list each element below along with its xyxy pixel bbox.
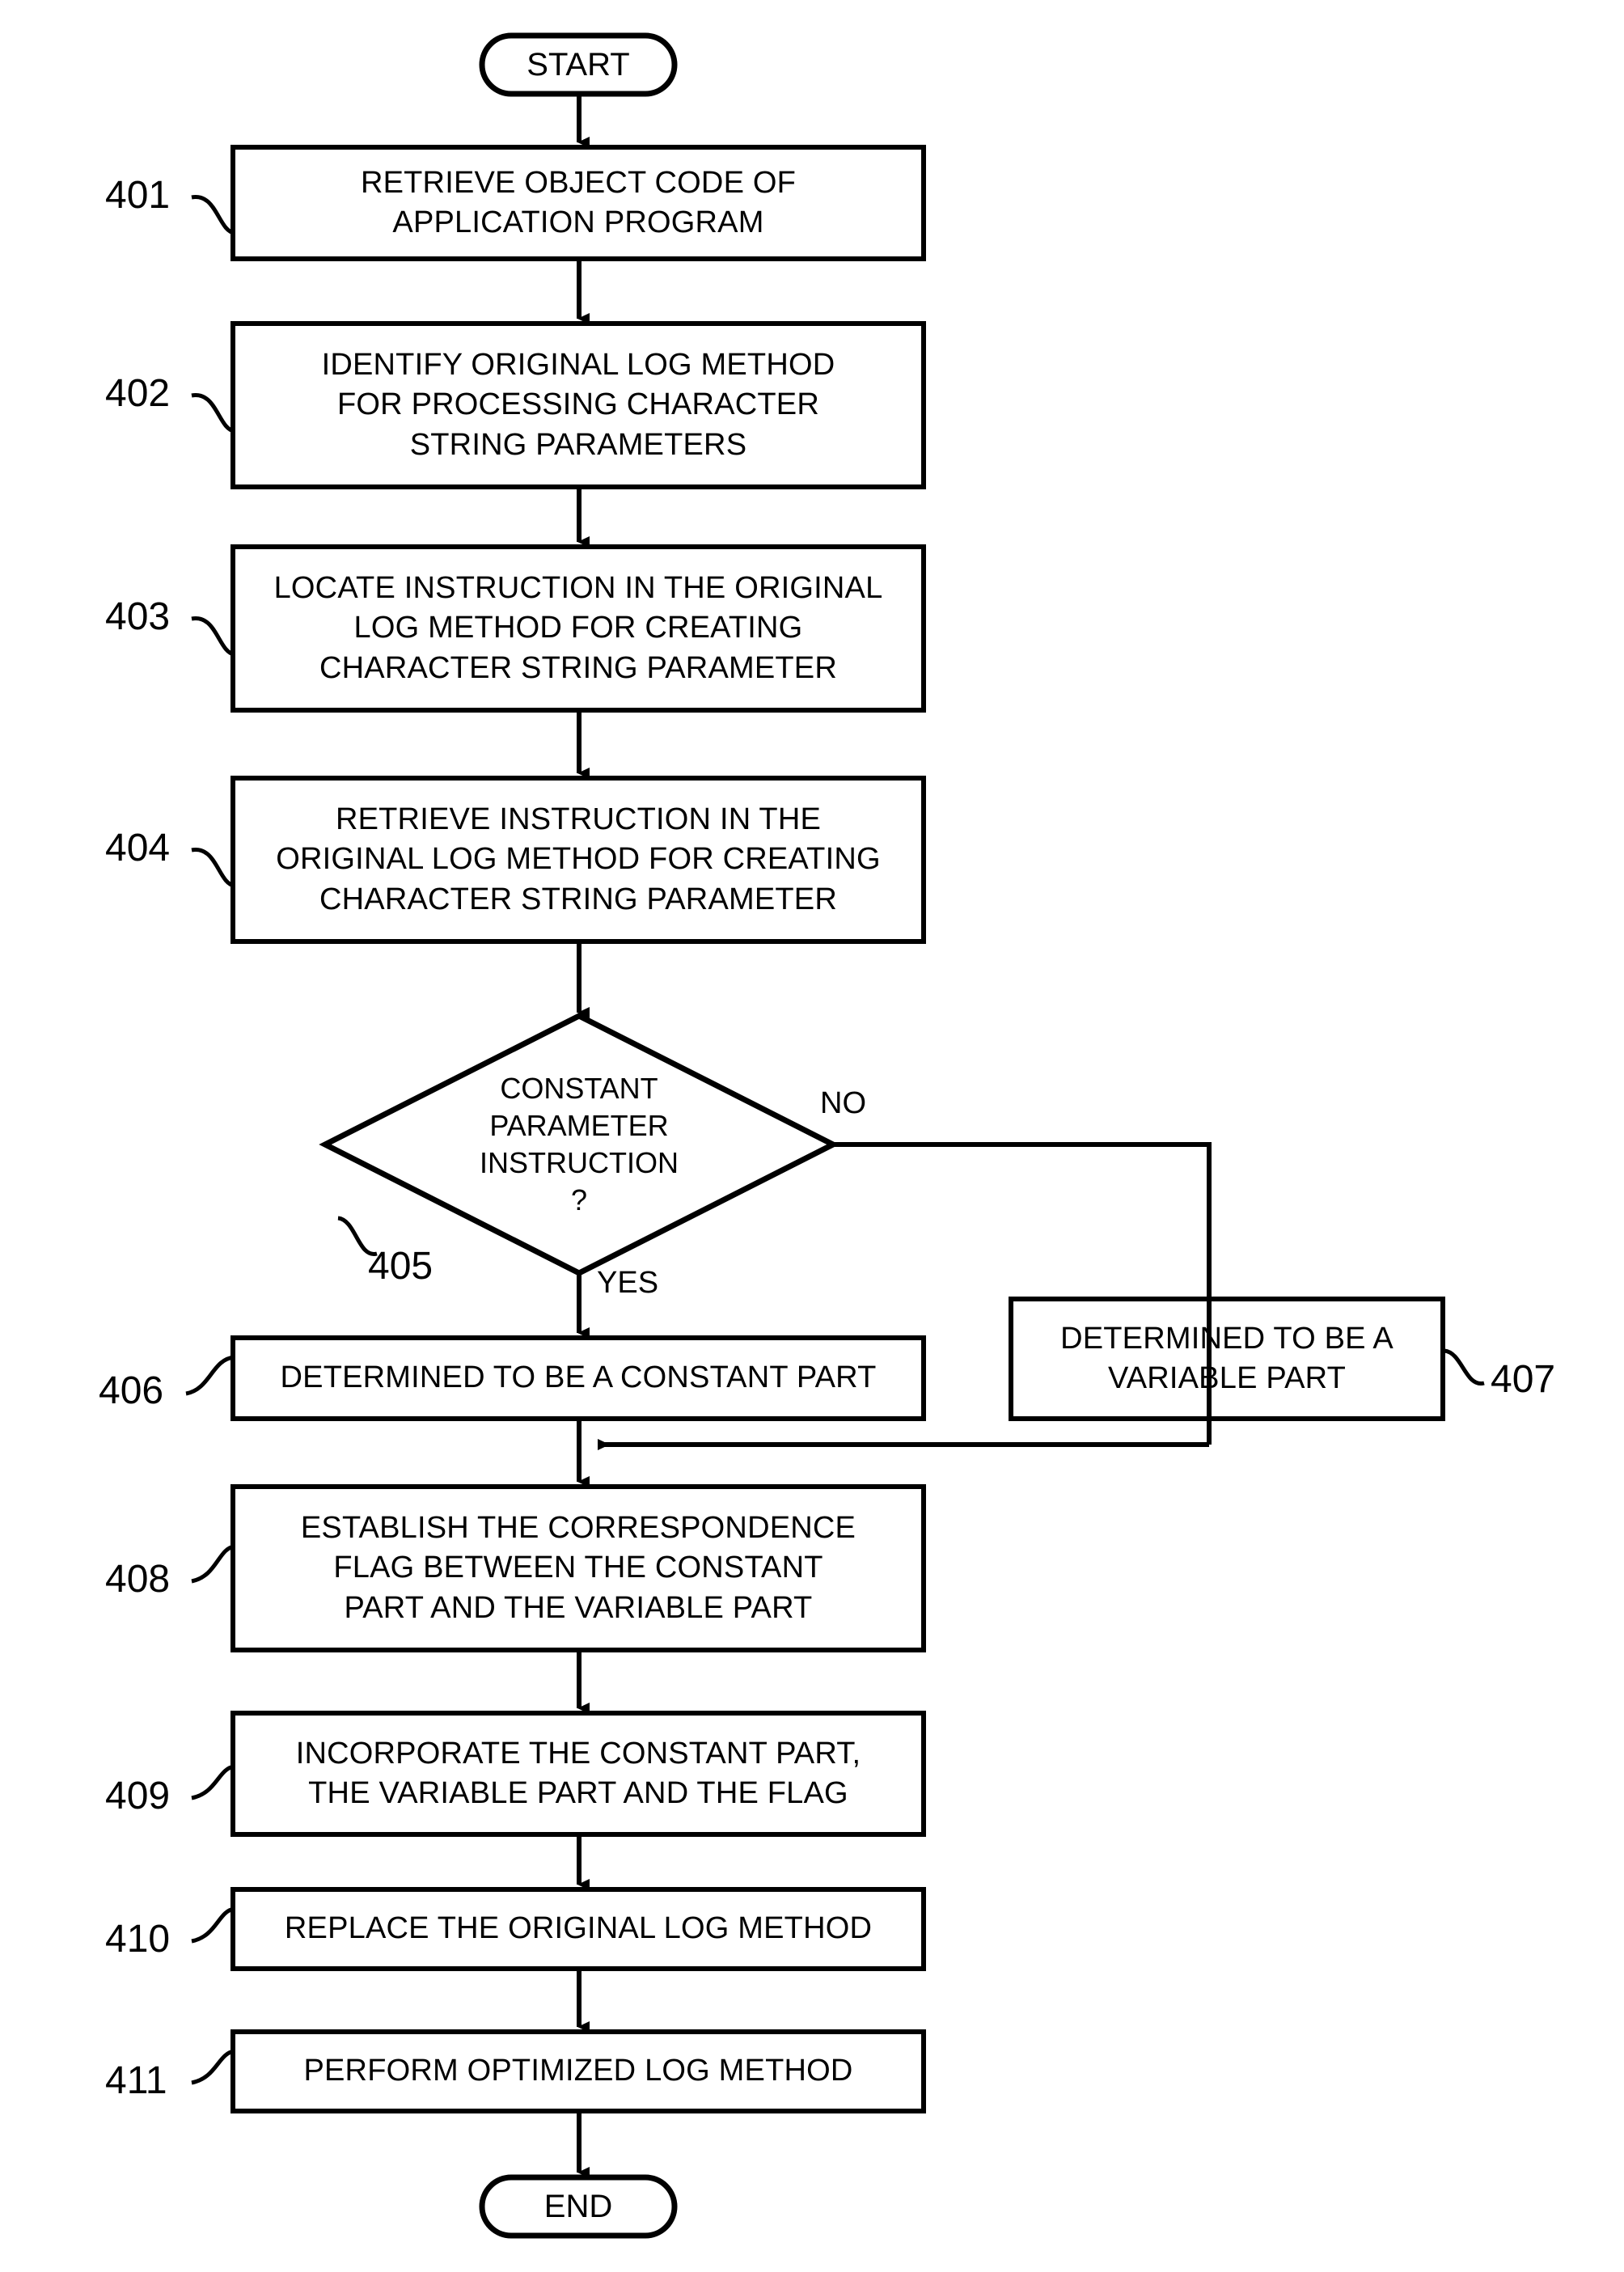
reference-number-406: 406 (99, 1369, 164, 1412)
process-box-401-shape (230, 145, 926, 261)
process-box-411-shape (230, 2029, 926, 2113)
process-box-410-shape (230, 1887, 926, 1971)
figure-canvas: START RETRIEVE OBJECT CODE OF APPLICATIO… (0, 0, 1624, 2272)
leader-line-401 (191, 195, 235, 235)
decision-diamond-405-shape (319, 1013, 839, 1276)
process-box-408-shape (230, 1484, 926, 1652)
process-box-409-shape (230, 1711, 926, 1837)
reference-number-403: 403 (105, 595, 171, 638)
leader-line-403 (191, 616, 235, 657)
start-terminator-shape (479, 32, 678, 97)
reference-number-402: 402 (105, 372, 171, 415)
reference-number-405: 405 (368, 1245, 433, 1288)
reference-number-401: 401 (105, 174, 171, 217)
leader-line-408 (191, 1544, 235, 1584)
end-terminator-shape (479, 2174, 678, 2239)
connector-405-no-to-407 (835, 1142, 1212, 1445)
leader-line-411 (191, 2049, 235, 2085)
process-box-402-shape (230, 321, 926, 489)
reference-number-410: 410 (105, 1918, 171, 1961)
process-box-407-shape (1009, 1297, 1445, 1421)
reference-number-411: 411 (105, 2059, 167, 2102)
leader-line-407 (1444, 1348, 1485, 1386)
reference-number-404: 404 (105, 827, 171, 869)
leader-line-402 (191, 393, 235, 434)
leader-line-406 (185, 1355, 235, 1396)
process-box-403-shape (230, 544, 926, 713)
reference-number-407: 407 (1491, 1358, 1556, 1401)
decision-edge-label-no: NO (820, 1086, 866, 1120)
process-box-404-shape (230, 776, 926, 944)
flowchart-graphics (185, 32, 1485, 2239)
process-box-406-shape (230, 1335, 926, 1421)
leader-line-404 (191, 848, 235, 888)
leader-line-410 (191, 1906, 235, 1944)
reference-number-409: 409 (105, 1775, 171, 1817)
reference-number-408: 408 (105, 1558, 171, 1601)
leader-line-409 (191, 1764, 235, 1800)
decision-edge-label-yes: YES (597, 1266, 659, 1300)
